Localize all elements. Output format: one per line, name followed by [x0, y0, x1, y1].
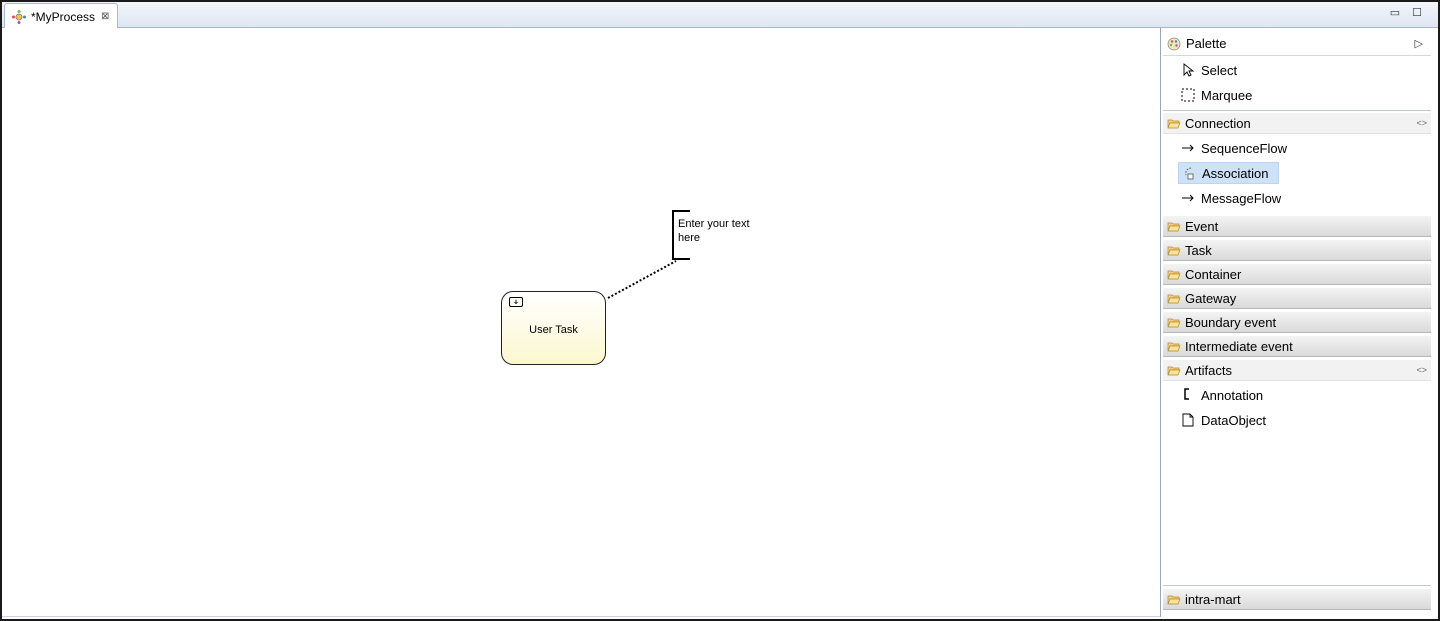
folder-icon	[1167, 222, 1181, 231]
task-label: User Task	[529, 324, 578, 336]
palette-divider	[1163, 585, 1431, 586]
annotation-text[interactable]: Enter your text here	[678, 217, 768, 245]
drawer-label: Boundary event	[1185, 314, 1277, 330]
folder-open-icon	[1167, 119, 1181, 128]
tool-label: Select	[1201, 62, 1238, 78]
palette-divider	[1163, 110, 1431, 111]
pin-icon[interactable]: <>	[1416, 365, 1427, 375]
tool-dataobject[interactable]: DataObject	[1178, 409, 1276, 431]
maximize-icon[interactable]: ☐	[1410, 6, 1424, 20]
dashed-rect-icon	[1181, 88, 1195, 102]
tool-label: Marquee	[1201, 87, 1253, 103]
minimize-icon[interactable]: ▭	[1388, 6, 1402, 20]
pin-icon[interactable]: <>	[1416, 118, 1427, 128]
folder-icon	[1167, 246, 1181, 255]
tool-association[interactable]: Association	[1178, 162, 1280, 184]
bracket-icon	[1184, 388, 1189, 400]
association-icon	[1185, 167, 1194, 180]
tool-label: SequenceFlow	[1201, 140, 1287, 156]
tool-label: DataObject	[1201, 412, 1267, 428]
tab-myprocess[interactable]: *MyProcess ⊠	[4, 3, 118, 29]
drawer-label: Task	[1185, 242, 1212, 258]
tool-messageflow[interactable]: MessageFlow	[1178, 187, 1291, 209]
drawer-gateway[interactable]: Gateway	[1163, 287, 1431, 309]
drawer-container[interactable]: Container	[1163, 263, 1431, 285]
tool-marquee[interactable]: Marquee	[1178, 84, 1262, 106]
user-task-node[interactable]: User Task	[501, 291, 606, 365]
palette-panel: Palette ▷ Select Marquee Connection <> S…	[1160, 28, 1438, 617]
drawer-label: Event	[1185, 218, 1219, 234]
drawer-label: Artifacts	[1185, 362, 1232, 378]
drawer-task[interactable]: Task	[1163, 239, 1431, 261]
user-task-icon	[509, 297, 523, 307]
tool-label: MessageFlow	[1201, 190, 1282, 206]
tool-sequenceflow[interactable]: SequenceFlow	[1178, 137, 1297, 159]
drawer-artifacts[interactable]: Artifacts <>	[1163, 359, 1431, 381]
palette-header[interactable]: Palette ▷	[1163, 32, 1431, 56]
arrow-cursor-icon	[1183, 63, 1195, 77]
editor-window: *MyProcess ⊠ ▭ ☐ User Task Enter your te…	[0, 0, 1440, 621]
document-icon	[1182, 413, 1194, 427]
tool-label: Association	[1202, 165, 1269, 181]
drawer-event[interactable]: Event	[1163, 215, 1431, 237]
drawer-label: Gateway	[1185, 290, 1237, 306]
folder-icon	[1167, 595, 1181, 604]
tab-title: *MyProcess	[31, 9, 96, 24]
association-line	[607, 260, 677, 299]
drawer-label: Intermediate event	[1185, 338, 1293, 354]
process-icon	[12, 9, 26, 24]
close-icon[interactable]: ⊠	[101, 11, 109, 22]
folder-open-icon	[1167, 366, 1181, 375]
folder-icon	[1167, 294, 1181, 303]
collapse-palette-icon[interactable]: ▷	[1415, 37, 1423, 50]
editor-tab-bar: *MyProcess ⊠ ▭ ☐	[2, 2, 1438, 29]
folder-icon	[1167, 270, 1181, 279]
arrow-right-icon	[1182, 144, 1194, 152]
drawer-connection[interactable]: Connection <>	[1163, 112, 1431, 134]
folder-icon	[1167, 342, 1181, 351]
diagram-canvas[interactable]: User Task Enter your text here	[2, 28, 1160, 617]
drawer-label: Connection	[1185, 115, 1251, 131]
drawer-intermediate-event[interactable]: Intermediate event	[1163, 335, 1431, 357]
drawer-intra-mart[interactable]: intra-mart	[1163, 588, 1431, 610]
palette-icon	[1167, 37, 1181, 50]
tool-select[interactable]: Select	[1178, 59, 1247, 81]
palette-title: Palette	[1186, 36, 1227, 51]
tool-annotation[interactable]: Annotation	[1178, 384, 1273, 406]
drawer-label: Container	[1185, 266, 1242, 282]
drawer-label: intra-mart	[1185, 591, 1241, 607]
arrow-right-icon	[1182, 194, 1194, 202]
tool-label: Annotation	[1201, 387, 1264, 403]
drawer-boundary-event[interactable]: Boundary event	[1163, 311, 1431, 333]
folder-icon	[1167, 318, 1181, 327]
